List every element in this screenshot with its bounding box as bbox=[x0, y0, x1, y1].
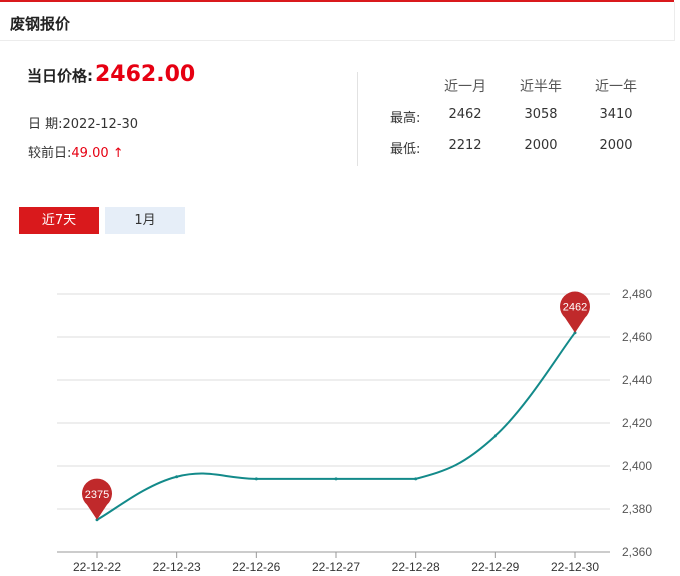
y-tick-label: 2,400 bbox=[622, 459, 652, 473]
data-point bbox=[175, 475, 179, 479]
stats-col-month: 近一月 bbox=[444, 79, 486, 95]
change-row: 较前日:49.00 ↑ bbox=[28, 142, 124, 161]
tab-1-month[interactable]: 1月 bbox=[105, 207, 185, 234]
stats-low-month: 2212 bbox=[448, 138, 482, 153]
stats-table: 近一月 近半年 近一年 最高: 2462 3058 3410 最低: 2212 … bbox=[383, 76, 653, 169]
y-tick-label: 2,440 bbox=[622, 373, 652, 387]
data-point bbox=[334, 477, 338, 481]
x-tick-label: 22-12-23 bbox=[153, 560, 201, 574]
stats-low-year: 2000 bbox=[599, 138, 633, 153]
stats-header-row: 近一月 近半年 近一年 bbox=[383, 76, 653, 107]
divider bbox=[357, 72, 358, 166]
data-point bbox=[493, 434, 497, 438]
data-point bbox=[254, 477, 258, 481]
y-tick-label: 2,420 bbox=[622, 416, 652, 430]
stats-col-year: 近一年 bbox=[595, 79, 637, 95]
y-tick-label: 2,480 bbox=[622, 287, 652, 301]
stats-high-month: 2462 bbox=[448, 107, 482, 122]
today-price-value: 2462.00 bbox=[95, 62, 196, 87]
x-tick-label: 22-12-22 bbox=[73, 560, 121, 574]
date-value: 2022-12-30 bbox=[62, 117, 139, 132]
stats-high-label: 最高: bbox=[390, 111, 421, 126]
today-price-label: 当日价格: bbox=[27, 67, 93, 85]
price-line-chart: 2,360 2,380 2,400 2,420 2,440 2,460 2,480 22-12… bbox=[57, 287, 652, 574]
panel-header: 废钢报价 bbox=[0, 2, 675, 41]
x-tick-label: 22-12-26 bbox=[232, 560, 280, 574]
stats-col-halfyear: 近半年 bbox=[520, 79, 562, 95]
pin-label: 2462 bbox=[563, 302, 587, 314]
series-line bbox=[96, 332, 576, 521]
panel-title: 废钢报价 bbox=[10, 15, 71, 33]
x-tick-label: 22-12-27 bbox=[312, 560, 360, 574]
date-row: 日 期:2022-12-30 bbox=[28, 113, 138, 132]
x-tick-label: 22-12-30 bbox=[551, 560, 599, 574]
x-tick-label: 22-12-28 bbox=[392, 560, 440, 574]
today-price: 当日价格:2462.00 bbox=[27, 62, 195, 87]
stats-row-high: 最高: 2462 3058 3410 bbox=[383, 107, 653, 138]
change-label: 较前日: bbox=[28, 146, 72, 161]
data-point bbox=[414, 477, 418, 481]
stats-high-year: 3410 bbox=[599, 107, 633, 122]
y-tick-label: 2,360 bbox=[622, 545, 652, 559]
change-value: 49.00 ↑ bbox=[71, 146, 124, 161]
stats-high-halfyear: 3058 bbox=[524, 107, 558, 122]
y-tick-label: 2,380 bbox=[622, 502, 652, 516]
date-label: 日 期: bbox=[28, 117, 63, 132]
x-tick-label: 22-12-29 bbox=[471, 560, 519, 574]
stats-low-label: 最低: bbox=[390, 142, 421, 157]
stats-low-halfyear: 2000 bbox=[524, 138, 558, 153]
pin-label: 2375 bbox=[85, 489, 109, 501]
tab-7-days[interactable]: 近7天 bbox=[19, 207, 99, 234]
value-pin: 2462 bbox=[560, 291, 590, 333]
stats-row-low: 最低: 2212 2000 2000 bbox=[383, 138, 653, 169]
y-tick-label: 2,460 bbox=[622, 330, 652, 344]
